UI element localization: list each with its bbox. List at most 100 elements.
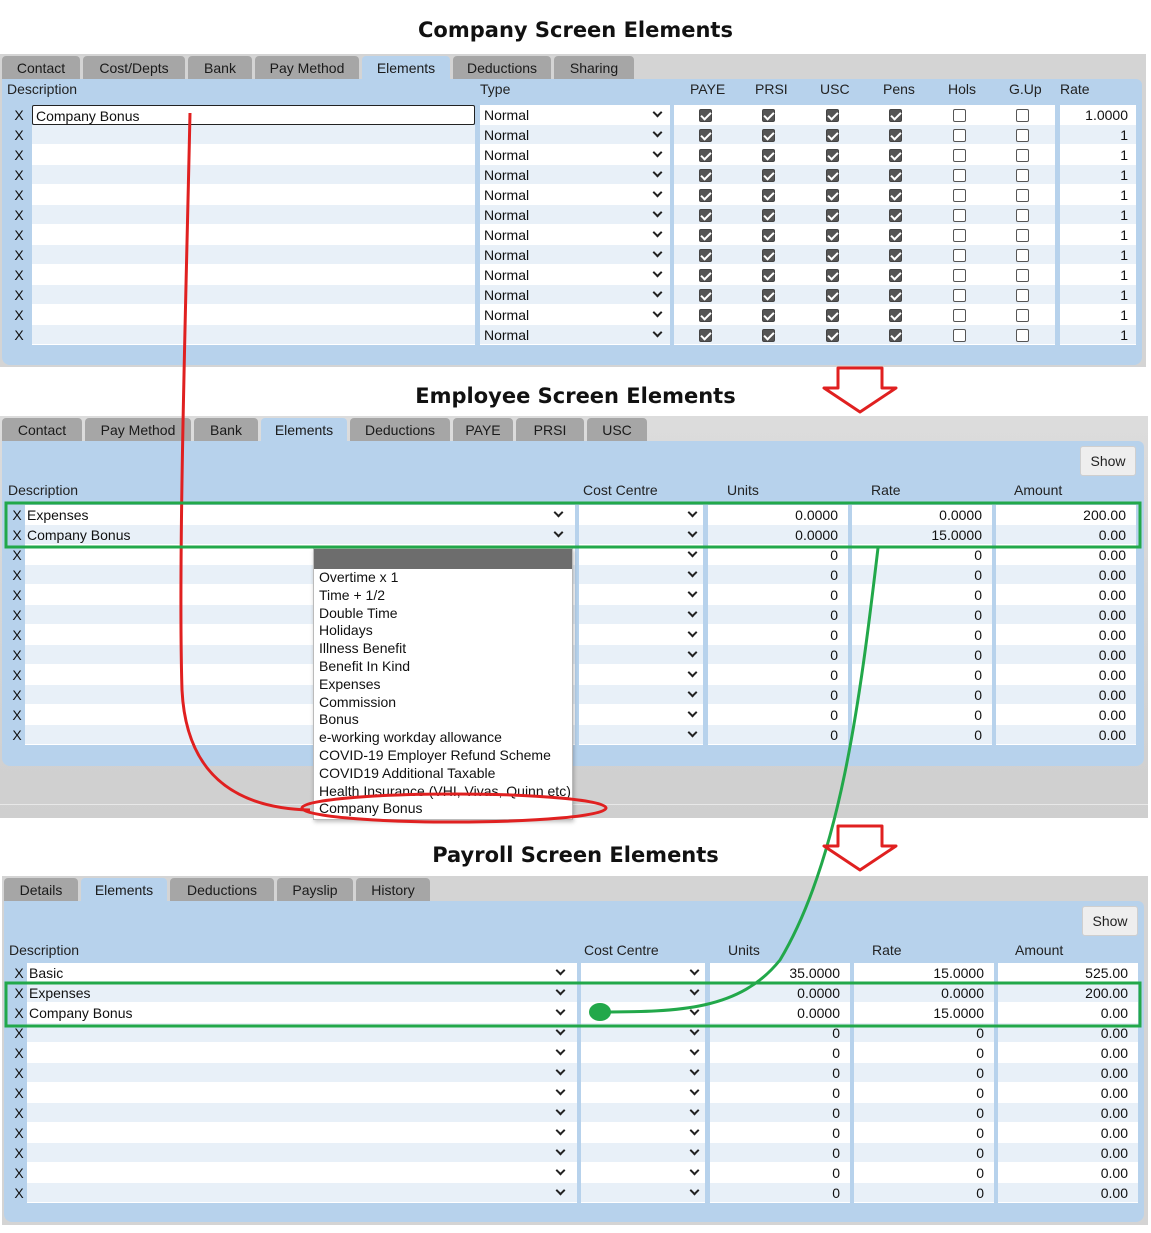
units-field[interactable]: 0 — [708, 685, 848, 705]
description-select[interactable] — [27, 1103, 577, 1123]
delete-row-button[interactable]: X — [12, 125, 26, 145]
delete-row-button[interactable]: X — [12, 1003, 26, 1023]
cost-centre-select[interactable] — [581, 1183, 705, 1203]
delete-row-button[interactable]: X — [12, 983, 26, 1003]
type-select[interactable]: Normal — [480, 285, 670, 305]
usc-checkbox[interactable] — [826, 309, 839, 322]
units-field[interactable]: 0.0000 — [708, 505, 848, 525]
delete-row-button[interactable]: X — [10, 625, 24, 645]
description-select[interactable] — [27, 1023, 577, 1043]
usc-checkbox[interactable] — [826, 109, 839, 122]
prsi-checkbox[interactable] — [762, 249, 775, 262]
rate-field[interactable]: 1 — [1060, 205, 1136, 225]
delete-row-button[interactable]: X — [10, 645, 24, 665]
rate-field[interactable]: 0 — [852, 585, 992, 605]
gup-checkbox[interactable] — [1016, 109, 1029, 122]
usc-checkbox[interactable] — [826, 209, 839, 222]
delete-row-button[interactable]: X — [12, 305, 26, 325]
dropdown-option-benefit-in-kind[interactable]: Benefit In Kind — [319, 657, 410, 675]
usc-checkbox[interactable] — [826, 149, 839, 162]
delete-row-button[interactable]: X — [10, 585, 24, 605]
pens-checkbox[interactable] — [889, 129, 902, 142]
cost-centre-select[interactable] — [581, 1023, 705, 1043]
cost-centre-select[interactable] — [579, 505, 703, 525]
type-select[interactable]: Normal — [480, 265, 670, 285]
rate-field[interactable]: 1 — [1060, 265, 1136, 285]
description-field[interactable] — [32, 265, 475, 285]
delete-row-button[interactable]: X — [12, 205, 26, 225]
paye-checkbox[interactable] — [699, 189, 712, 202]
tab-elements[interactable]: Elements — [81, 878, 167, 901]
delete-row-button[interactable]: X — [12, 245, 26, 265]
delete-row-button[interactable]: X — [12, 1163, 26, 1183]
type-select[interactable]: Normal — [480, 225, 670, 245]
description-select[interactable] — [27, 1043, 577, 1063]
amount-field[interactable]: 0.00 — [996, 685, 1136, 705]
description-select[interactable] — [27, 1163, 577, 1183]
dropdown-option-holidays[interactable]: Holidays — [319, 621, 373, 639]
rate-field[interactable]: 0 — [854, 1143, 994, 1163]
dropdown-option-expenses[interactable]: Expenses — [319, 675, 380, 693]
delete-row-button[interactable]: X — [12, 963, 26, 983]
delete-row-button[interactable]: X — [12, 265, 26, 285]
rate-field[interactable]: 0 — [854, 1063, 994, 1083]
cost-centre-select[interactable] — [581, 1083, 705, 1103]
gup-checkbox[interactable] — [1016, 169, 1029, 182]
tab-prsi[interactable]: PRSI — [516, 418, 584, 441]
delete-row-button[interactable]: X — [12, 1103, 26, 1123]
description-field[interactable] — [32, 165, 475, 185]
paye-checkbox[interactable] — [699, 269, 712, 282]
prsi-checkbox[interactable] — [762, 169, 775, 182]
rate-field[interactable]: 1 — [1060, 165, 1136, 185]
prsi-checkbox[interactable] — [762, 229, 775, 242]
dropdown-option-time-1-2[interactable]: Time + 1/2 — [319, 586, 385, 604]
amount-field[interactable]: 0.00 — [996, 525, 1136, 545]
amount-field[interactable]: 0.00 — [996, 565, 1136, 585]
amount-field[interactable]: 525.00 — [998, 963, 1138, 983]
prsi-checkbox[interactable] — [762, 329, 775, 342]
amount-field[interactable]: 0.00 — [996, 645, 1136, 665]
units-field[interactable]: 0 — [710, 1083, 850, 1103]
type-select[interactable]: Normal — [480, 305, 670, 325]
description-field[interactable] — [32, 145, 475, 165]
hols-checkbox[interactable] — [953, 169, 966, 182]
description-field[interactable] — [32, 325, 475, 345]
tab-deductions[interactable]: Deductions — [350, 418, 450, 441]
usc-checkbox[interactable] — [826, 249, 839, 262]
pens-checkbox[interactable] — [889, 329, 902, 342]
paye-checkbox[interactable] — [699, 109, 712, 122]
pens-checkbox[interactable] — [889, 249, 902, 262]
rate-field[interactable]: 0 — [852, 645, 992, 665]
tab-contact[interactable]: Contact — [2, 56, 80, 79]
description-select[interactable] — [27, 1123, 577, 1143]
units-field[interactable]: 0.0000 — [710, 983, 850, 1003]
paye-checkbox[interactable] — [699, 229, 712, 242]
rate-field[interactable]: 0 — [854, 1183, 994, 1203]
prsi-checkbox[interactable] — [762, 149, 775, 162]
tab-history[interactable]: History — [356, 878, 430, 901]
cost-centre-select[interactable] — [579, 665, 703, 685]
units-field[interactable]: 0 — [708, 645, 848, 665]
prsi-checkbox[interactable] — [762, 289, 775, 302]
rate-field[interactable]: 1.0000 — [1060, 105, 1136, 125]
tab-cost-depts[interactable]: Cost/Depts — [83, 56, 185, 79]
rate-field[interactable]: 1 — [1060, 285, 1136, 305]
prsi-checkbox[interactable] — [762, 189, 775, 202]
pens-checkbox[interactable] — [889, 309, 902, 322]
delete-row-button[interactable]: X — [12, 325, 26, 345]
rate-field[interactable]: 1 — [1060, 305, 1136, 325]
amount-field[interactable]: 0.00 — [996, 705, 1136, 725]
type-select[interactable]: Normal — [480, 185, 670, 205]
amount-field[interactable]: 0.00 — [998, 1183, 1138, 1203]
rate-field[interactable]: 0.0000 — [852, 505, 992, 525]
cost-centre-select[interactable] — [581, 983, 705, 1003]
description-field[interactable] — [32, 285, 475, 305]
units-field[interactable]: 0 — [710, 1063, 850, 1083]
cost-centre-select[interactable] — [579, 565, 703, 585]
amount-field[interactable]: 0.00 — [996, 585, 1136, 605]
dropdown-option-covid19-additional-taxable[interactable]: COVID19 Additional Taxable — [319, 764, 495, 782]
description-field[interactable]: Company Bonus — [32, 105, 475, 125]
usc-checkbox[interactable] — [826, 229, 839, 242]
description-field[interactable] — [32, 125, 475, 145]
dropdown-option-e-working-workday-allowance[interactable]: e-working workday allowance — [319, 728, 502, 746]
